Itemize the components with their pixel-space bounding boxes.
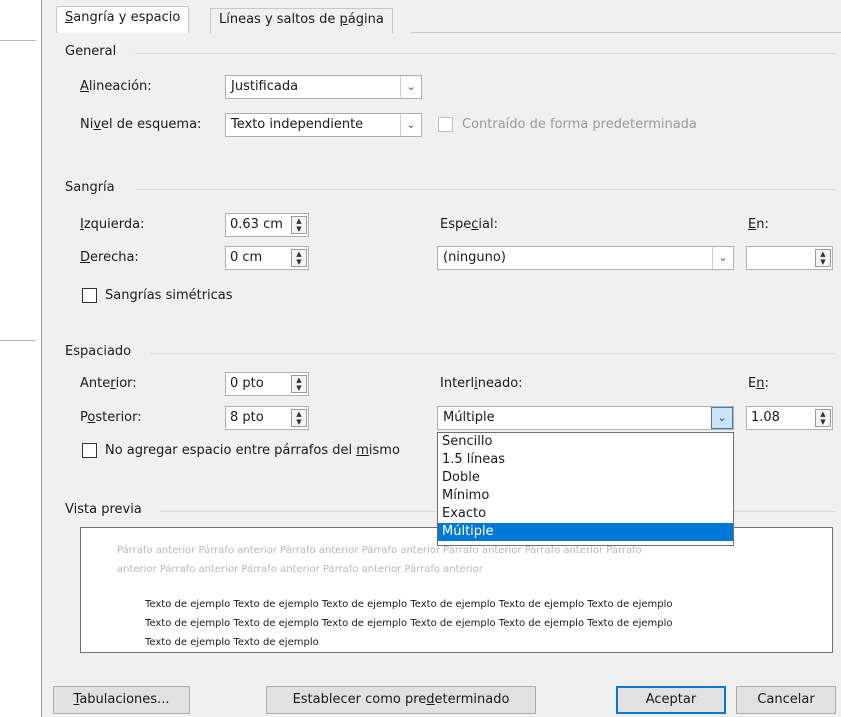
spinner-buttons[interactable]: ▲ ▼ [291,375,307,393]
collapsed-checkbox[interactable] [438,117,453,132]
spin-down-icon[interactable]: ▼ [292,418,306,426]
spin-down-icon[interactable]: ▼ [292,258,306,266]
chevron-down-icon[interactable]: ⌄ [400,114,421,136]
dropdown-option[interactable]: Exacto [438,505,733,523]
spinner-buttons[interactable]: ▲ ▼ [815,409,831,427]
indent-left-spinner[interactable]: 0.63 cm ▲ ▼ [225,213,309,237]
spacing-after-label: Posterior: [80,410,142,425]
indent-right-label: Derecha: [80,250,139,265]
tab-label: angría y espacio [73,10,181,25]
line-spacing-label: Interlineado: [440,376,523,391]
dropdown-option[interactable]: Mínimo [438,487,733,505]
spin-down-icon[interactable]: ▼ [816,258,830,266]
outline-level-value: Texto independiente [231,117,364,132]
spin-up-icon[interactable]: ▲ [292,410,306,418]
tab-divider [411,32,841,33]
special-label: Especial: [440,217,498,232]
collapsed-label: Contraído de forma predeterminada [462,117,697,132]
alignment-label: Alineación: [80,79,152,94]
indent-right-value: 0 cm [230,250,263,265]
section-separator [136,189,835,190]
tabs-button[interactable]: Tabulaciones... [53,686,190,714]
line-spacing-select[interactable]: Múltiple ⌄ [437,406,734,430]
set-default-button[interactable]: Establecer como predeterminado [266,686,536,714]
spacing-before-value: 0 pto [230,376,264,391]
section-separator [135,53,835,54]
spin-up-icon[interactable]: ▲ [292,250,306,258]
indent-left-value: 0.63 cm [230,217,283,232]
outline-level-select[interactable]: Texto independiente ⌄ [225,113,422,137]
mirror-indents-label: Sangrías simétricas [105,288,233,303]
spin-up-icon[interactable]: ▲ [292,376,306,384]
chevron-down-icon[interactable]: ⌄ [712,247,733,269]
spacing-before-label: Anterior: [80,376,137,391]
section-general-title: General [65,44,117,59]
special-value: (ninguno) [443,250,506,265]
line-at-label: En: [748,376,769,391]
ok-button[interactable]: Aceptar [616,686,726,714]
cancel-button[interactable]: Cancelar [736,686,836,714]
spin-up-icon[interactable]: ▲ [292,217,306,225]
spin-down-icon[interactable]: ▼ [292,384,306,392]
preview-sample-line: Texto de ejemplo Texto de ejemplo Texto … [145,618,673,629]
no-space-checkbox[interactable] [82,443,97,458]
alignment-select[interactable]: Justificada ⌄ [225,75,422,99]
spinner-buttons[interactable]: ▲ ▼ [291,409,307,427]
no-space-label: No agregar espacio entre párrafos del mi… [105,443,400,458]
section-indent-title: Sangría [65,180,115,195]
preview-previous-line: anterior Párrafo anterior Párrafo anteri… [117,564,483,575]
section-separator [150,353,835,354]
document-background [0,0,41,717]
indent-right-spinner[interactable]: 0 cm ▲ ▼ [225,246,309,270]
preview-sample-line: Texto de ejemplo Texto de ejemplo Texto … [145,599,673,610]
spin-up-icon[interactable]: ▲ [816,250,830,258]
dropdown-option[interactable]: Sencillo [438,433,733,451]
line-at-value: 1.08 [751,410,780,425]
section-separator [160,511,437,512]
chevron-down-icon[interactable]: ⌄ [400,76,421,98]
indent-by-label: En: [748,217,769,232]
spinner-buttons[interactable]: ▲ ▼ [291,216,307,234]
section-separator [734,511,835,512]
ruler-mark [0,40,36,41]
preview-sample-line: Texto de ejemplo Texto de ejemplo [145,637,319,648]
spacing-after-value: 8 pto [230,410,264,425]
line-spacing-dropdown: Sencillo 1.5 líneas Doble Mínimo Exacto … [437,432,734,546]
tab-indent-spacing[interactable]: Sangría y espacio [56,6,190,33]
spinner-buttons[interactable]: ▲ ▼ [815,249,831,267]
line-spacing-value: Múltiple [443,410,495,425]
spacing-before-spinner[interactable]: 0 pto ▲ ▼ [225,372,309,396]
line-at-spinner[interactable]: 1.08 ▲ ▼ [746,406,833,430]
spacing-after-spinner[interactable]: 8 pto ▲ ▼ [225,406,309,430]
chevron-down-icon[interactable]: ⌄ [711,407,733,429]
spin-down-icon[interactable]: ▼ [816,418,830,426]
special-select[interactable]: (ninguno) ⌄ [437,246,734,270]
dropdown-option[interactable]: 1.5 líneas [438,451,733,469]
dropdown-option-selected[interactable]: Múltiple [438,523,733,541]
section-preview-title: Vista previa [65,502,142,517]
tab-label: ágina [347,12,384,27]
tab-label-accel: p [339,12,348,27]
outline-level-label: Nivel de esquema: [80,117,202,132]
indent-by-spinner[interactable]: ▲ ▼ [746,246,833,270]
spin-up-icon[interactable]: ▲ [816,410,830,418]
mirror-indents-checkbox[interactable] [82,288,97,303]
spinner-buttons[interactable]: ▲ ▼ [291,249,307,267]
section-spacing-title: Espaciado [65,344,132,359]
spin-down-icon[interactable]: ▼ [292,225,306,233]
indent-left-label: Izquierda: [80,217,145,232]
ruler-mark [0,340,36,341]
dropdown-option[interactable]: Doble [438,469,733,487]
tab-line-page-breaks[interactable]: Líneas y saltos de página [210,8,393,33]
tab-label: Líneas y saltos de [219,12,340,27]
alignment-value: Justificada [231,79,299,94]
